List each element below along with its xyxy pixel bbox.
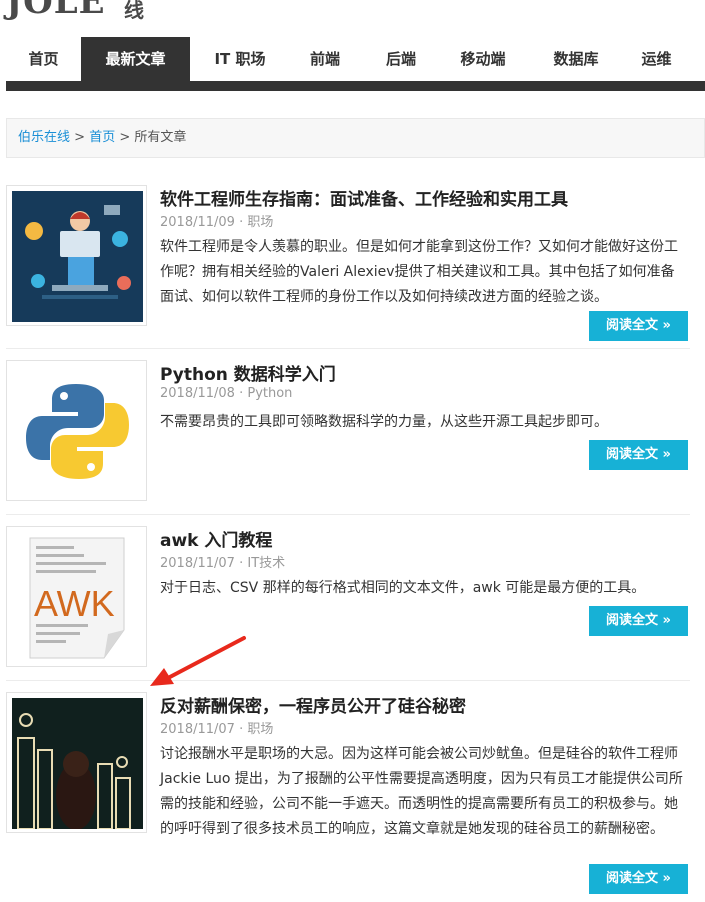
post-date: 2018/11/07	[160, 722, 235, 737]
read-more-button[interactable]: 阅读全文 »	[589, 606, 688, 636]
post-divider	[6, 514, 690, 515]
salary-chart-image	[12, 698, 143, 829]
post-item: AWK awk 入门教程 2018/11/07 · IT技术 对于日志、CSV …	[6, 526, 690, 671]
nav-item-home[interactable]: 首页	[6, 37, 81, 81]
post-excerpt: 讨论报酬水平是职场的大忌。因为这样可能会被公司炒鱿鱼。但是硅谷的软件工程师 Ja…	[160, 746, 683, 837]
post-title[interactable]: 反对薪酬保密，一程序员公开了硅谷秘密	[160, 692, 466, 717]
breadcrumb-site-link[interactable]: 伯乐在线	[18, 130, 70, 145]
nav-item-ops[interactable]: 运维	[628, 37, 685, 81]
nav-item-backend[interactable]: 后端	[360, 37, 442, 81]
awk-thumb-label: AWK	[34, 583, 115, 624]
post-thumbnail[interactable]	[6, 360, 147, 501]
post-divider	[6, 348, 690, 349]
site-logo[interactable]: JOLE 线	[0, 0, 705, 20]
breadcrumb-home-link[interactable]: 首页	[89, 130, 115, 145]
post-item: Python 数据科学入门 2018/11/08 · Python 不需要昂贵的…	[6, 360, 690, 505]
nav-item-database[interactable]: 数据库	[524, 37, 628, 81]
logo-text: JOLE	[6, 0, 106, 20]
main-nav: 首页 最新文章 IT 职场 前端 后端 移动端 数据库 运维	[6, 37, 705, 81]
read-more-button[interactable]: 阅读全文 »	[589, 311, 688, 341]
meta-separator: ·	[239, 215, 244, 230]
post-date: 2018/11/07	[160, 556, 235, 571]
post-excerpt: 对于日志、CSV 那样的每行格式相同的文本文件，awk 可能是最方便的工具。	[160, 580, 646, 596]
post-item: 反对薪酬保密，一程序员公开了硅谷秘密 2018/11/07 · 职场 讨论报酬水…	[6, 692, 690, 902]
post-excerpt: 软件工程师是令人羡慕的职业。但是如何才能拿到这份工作？又如何才能做好这份工作呢？…	[160, 239, 678, 305]
engineer-illustration-image	[12, 191, 143, 322]
post-thumbnail[interactable]	[6, 185, 147, 326]
awk-document-image: AWK	[12, 532, 143, 663]
meta-separator: ·	[239, 556, 244, 571]
post-category-link[interactable]: 职场	[247, 215, 273, 230]
post-meta: 2018/11/08 · Python	[160, 386, 292, 401]
post-divider	[6, 680, 690, 681]
python-logo-image	[12, 366, 143, 497]
post-meta: 2018/11/07 · 职场	[160, 718, 273, 737]
red-arrow-icon	[150, 636, 246, 686]
post-date: 2018/11/08	[160, 386, 235, 401]
post-title[interactable]: awk 入门教程	[160, 526, 272, 551]
post-date: 2018/11/09	[160, 215, 235, 230]
nav-item-latest[interactable]: 最新文章	[81, 37, 190, 81]
post-item: 软件工程师生存指南：面试准备、工作经验和实用工具 2018/11/09 · 职场…	[6, 185, 690, 345]
breadcrumb-current: 所有文章	[134, 130, 187, 145]
breadcrumb-separator: >	[74, 130, 86, 145]
nav-item-frontend[interactable]: 前端	[290, 37, 360, 81]
read-more-button[interactable]: 阅读全文 »	[589, 440, 688, 470]
post-title[interactable]: 软件工程师生存指南：面试准备、工作经验和实用工具	[160, 185, 568, 210]
post-thumbnail[interactable]: AWK	[6, 526, 147, 667]
breadcrumb-separator: >	[119, 130, 131, 145]
post-category-link[interactable]: IT技术	[247, 556, 285, 571]
meta-separator: ·	[239, 722, 244, 737]
nav-item-mobile[interactable]: 移动端	[442, 37, 524, 81]
nav-item-it-career[interactable]: IT 职场	[190, 37, 290, 81]
post-thumbnail[interactable]	[6, 692, 147, 833]
read-more-button[interactable]: 阅读全文 »	[589, 864, 688, 894]
breadcrumb: 伯乐在线 > 首页 > 所有文章	[6, 118, 705, 158]
meta-separator: ·	[239, 386, 244, 401]
post-category-link[interactable]: 职场	[247, 722, 273, 737]
logo-suffix: 线	[124, 0, 144, 20]
post-excerpt: 不需要昂贵的工具即可领略数据科学的力量，从这些开源工具起步即可。	[160, 414, 608, 430]
post-meta: 2018/11/09 · 职场	[160, 211, 273, 230]
post-meta: 2018/11/07 · IT技术	[160, 552, 285, 571]
post-category-link[interactable]: Python	[247, 386, 292, 401]
nav-underline-bar	[6, 81, 705, 91]
post-title[interactable]: Python 数据科学入门	[160, 360, 336, 385]
